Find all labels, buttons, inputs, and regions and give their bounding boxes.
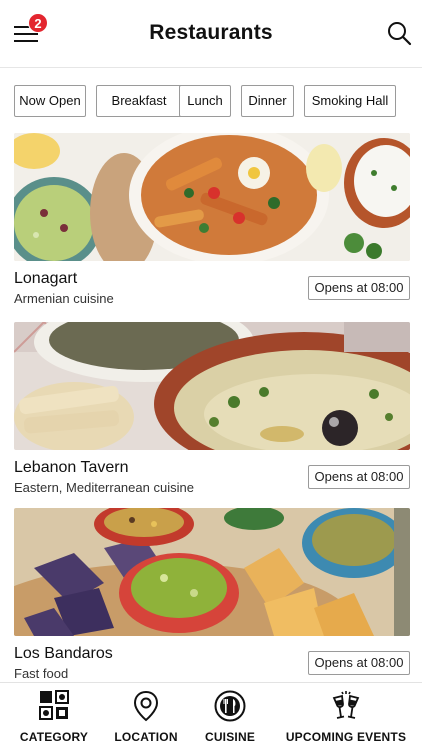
restaurant-name: Lonagart [14, 270, 78, 287]
nav-upcoming-events[interactable]: UPCOMING EVENTS [282, 683, 410, 750]
restaurant-photo [14, 508, 410, 636]
restaurant-cuisine: Eastern, Mediterranean cuisine [14, 480, 194, 495]
filter-dinner[interactable]: Dinner [241, 85, 294, 117]
category-icon [39, 690, 69, 720]
filter-now-open[interactable]: Now Open [14, 85, 86, 117]
restaurant-photo [14, 322, 410, 450]
nav-location-label: LOCATION [114, 730, 178, 744]
filter-breakfast[interactable]: Breakfast [96, 85, 182, 117]
restaurant-cuisine: Armenian cuisine [14, 291, 114, 306]
restaurant-name: Lebanon Tavern [14, 459, 129, 476]
restaurant-card[interactable]: Lonagart Armenian cuisine Opens at 08:00 [14, 133, 410, 313]
location-pin-icon [133, 690, 159, 722]
nav-cuisine-label: CUISINE [204, 730, 256, 744]
plate-cutlery-icon [214, 690, 246, 722]
opening-time-badge: Opens at 08:00 [308, 651, 410, 675]
restaurant-cuisine: Fast food [14, 666, 69, 681]
nav-location[interactable]: LOCATION [107, 683, 185, 750]
nav-category-label: CATEGORY [19, 730, 89, 744]
search-button[interactable] [386, 20, 412, 46]
bottom-navigation: CATEGORY LOCATION CUISINE UPCOMING EVENT… [0, 682, 422, 750]
restaurant-card[interactable]: Los Bandaros Fast food Opens at 08:00 [14, 508, 410, 682]
search-icon [388, 22, 412, 46]
restaurant-card[interactable]: Lebanon Tavern Eastern, Mediterranean cu… [14, 322, 410, 502]
page-title: Restaurants [149, 21, 273, 44]
filter-lunch[interactable]: Lunch [179, 85, 231, 117]
filter-smoking-hall[interactable]: Smoking Hall [304, 85, 396, 117]
cheers-glasses-icon [332, 691, 360, 719]
opening-time-badge: Opens at 08:00 [308, 465, 410, 489]
nav-cuisine[interactable]: CUISINE [196, 683, 264, 750]
app-header: 2 Restaurants [0, 0, 422, 68]
nav-upcoming-events-label: UPCOMING EVENTS [285, 730, 407, 744]
nav-category[interactable]: CATEGORY [12, 683, 96, 750]
restaurant-photo [14, 133, 410, 261]
opening-time-badge: Opens at 08:00 [308, 276, 410, 300]
restaurant-name: Los Bandaros [14, 645, 113, 662]
